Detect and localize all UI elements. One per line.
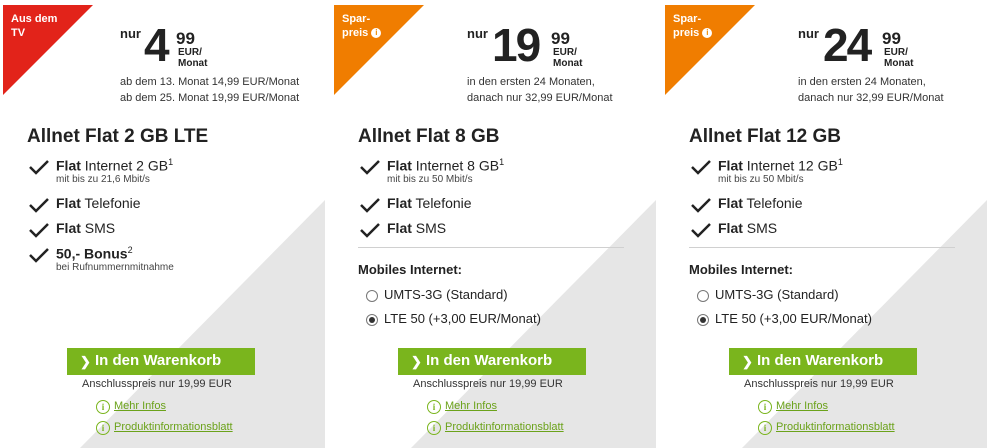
- radio-unchecked-icon[interactable]: [697, 290, 709, 302]
- price-cents: 99: [882, 29, 901, 48]
- info-icon: i: [758, 421, 772, 435]
- arrow-right-icon: ❯: [411, 354, 422, 369]
- mobile-internet-label: Mobiles Internet:: [689, 262, 794, 277]
- price-unit: EUR/Monat: [553, 47, 583, 69]
- info-icon: i: [96, 400, 110, 414]
- add-to-cart-button[interactable]: ❯ In den Warenkorb: [67, 348, 255, 375]
- divider: [358, 247, 624, 248]
- radio-checked-icon[interactable]: [697, 314, 709, 326]
- check-icon: [691, 198, 711, 213]
- badge-line2: TV: [11, 27, 26, 39]
- check-icon: [29, 198, 49, 213]
- check-icon: [360, 160, 380, 175]
- price-prefix: nur: [467, 26, 488, 41]
- check-icon: [360, 223, 380, 238]
- price-main: 4: [144, 19, 170, 71]
- info-icon[interactable]: i: [371, 28, 382, 39]
- radio-unchecked-icon[interactable]: [366, 290, 378, 302]
- check-icon: [691, 160, 711, 175]
- price-main: 24: [823, 19, 872, 71]
- arrow-right-icon: ❯: [80, 354, 91, 369]
- info-icon: i: [96, 421, 110, 435]
- price-note: ab dem 13. Monat 14,99 EUR/Monat ab dem 2…: [120, 76, 300, 104]
- check-icon: [29, 160, 49, 175]
- badge-line1: Spar-: [342, 13, 371, 25]
- plan-title: Allnet Flat 2 GB LTE: [27, 126, 209, 147]
- tariff-card-1: Aus dem TV nur 4 99 EUR/Monat ab dem 13. …: [0, 0, 325, 448]
- arrow-right-icon: ❯: [742, 354, 753, 369]
- price-main: 19: [492, 19, 541, 71]
- divider: [689, 247, 955, 248]
- price-prefix: nur: [120, 26, 141, 41]
- check-icon: [29, 223, 49, 238]
- check-icon: [29, 248, 49, 263]
- badge-line2: preis: [673, 27, 700, 39]
- sparpreis-badge: Spar-preis i: [665, 5, 755, 95]
- connection-price: Anschlusspreis nur 19,99 EUR: [744, 378, 894, 390]
- tariff-card-3: Spar-preis i nur 24 99 EUR/Monat in den …: [662, 0, 987, 448]
- price-note: in den ersten 24 Monaten, danach nur 32,9…: [467, 76, 613, 104]
- add-to-cart-button[interactable]: ❯ In den Warenkorb: [398, 348, 586, 375]
- add-to-cart-button[interactable]: ❯ In den Warenkorb: [729, 348, 917, 375]
- tv-badge: Aus dem TV: [3, 5, 93, 95]
- check-icon: [360, 198, 380, 213]
- price-note: in den ersten 24 Monaten, danach nur 32,9…: [798, 76, 944, 104]
- connection-price: Anschlusspreis nur 19,99 EUR: [413, 378, 563, 390]
- price-cents: 99: [551, 29, 570, 48]
- info-icon: i: [427, 421, 441, 435]
- price-unit: EUR/Monat: [884, 47, 914, 69]
- tariff-card-2: Spar-preis i nur 19 99 EUR/Monat in den …: [331, 0, 656, 448]
- badge-line1: Aus dem: [11, 13, 58, 25]
- plan-title: Allnet Flat 8 GB: [358, 126, 500, 147]
- check-icon: [691, 223, 711, 238]
- info-icon: i: [758, 400, 772, 414]
- radio-checked-icon[interactable]: [366, 314, 378, 326]
- mobile-internet-label: Mobiles Internet:: [358, 262, 463, 277]
- info-icon[interactable]: i: [702, 28, 713, 39]
- badge-line1: Spar-: [673, 13, 702, 25]
- price-cents: 99: [176, 29, 195, 48]
- connection-price: Anschlusspreis nur 19,99 EUR: [82, 378, 232, 390]
- price-unit: EUR/Monat: [178, 47, 208, 69]
- info-icon: i: [427, 400, 441, 414]
- badge-line2: preis: [342, 27, 369, 39]
- price-prefix: nur: [798, 26, 819, 41]
- plan-title: Allnet Flat 12 GB: [689, 126, 842, 147]
- sparpreis-badge: Spar-preis i: [334, 5, 424, 95]
